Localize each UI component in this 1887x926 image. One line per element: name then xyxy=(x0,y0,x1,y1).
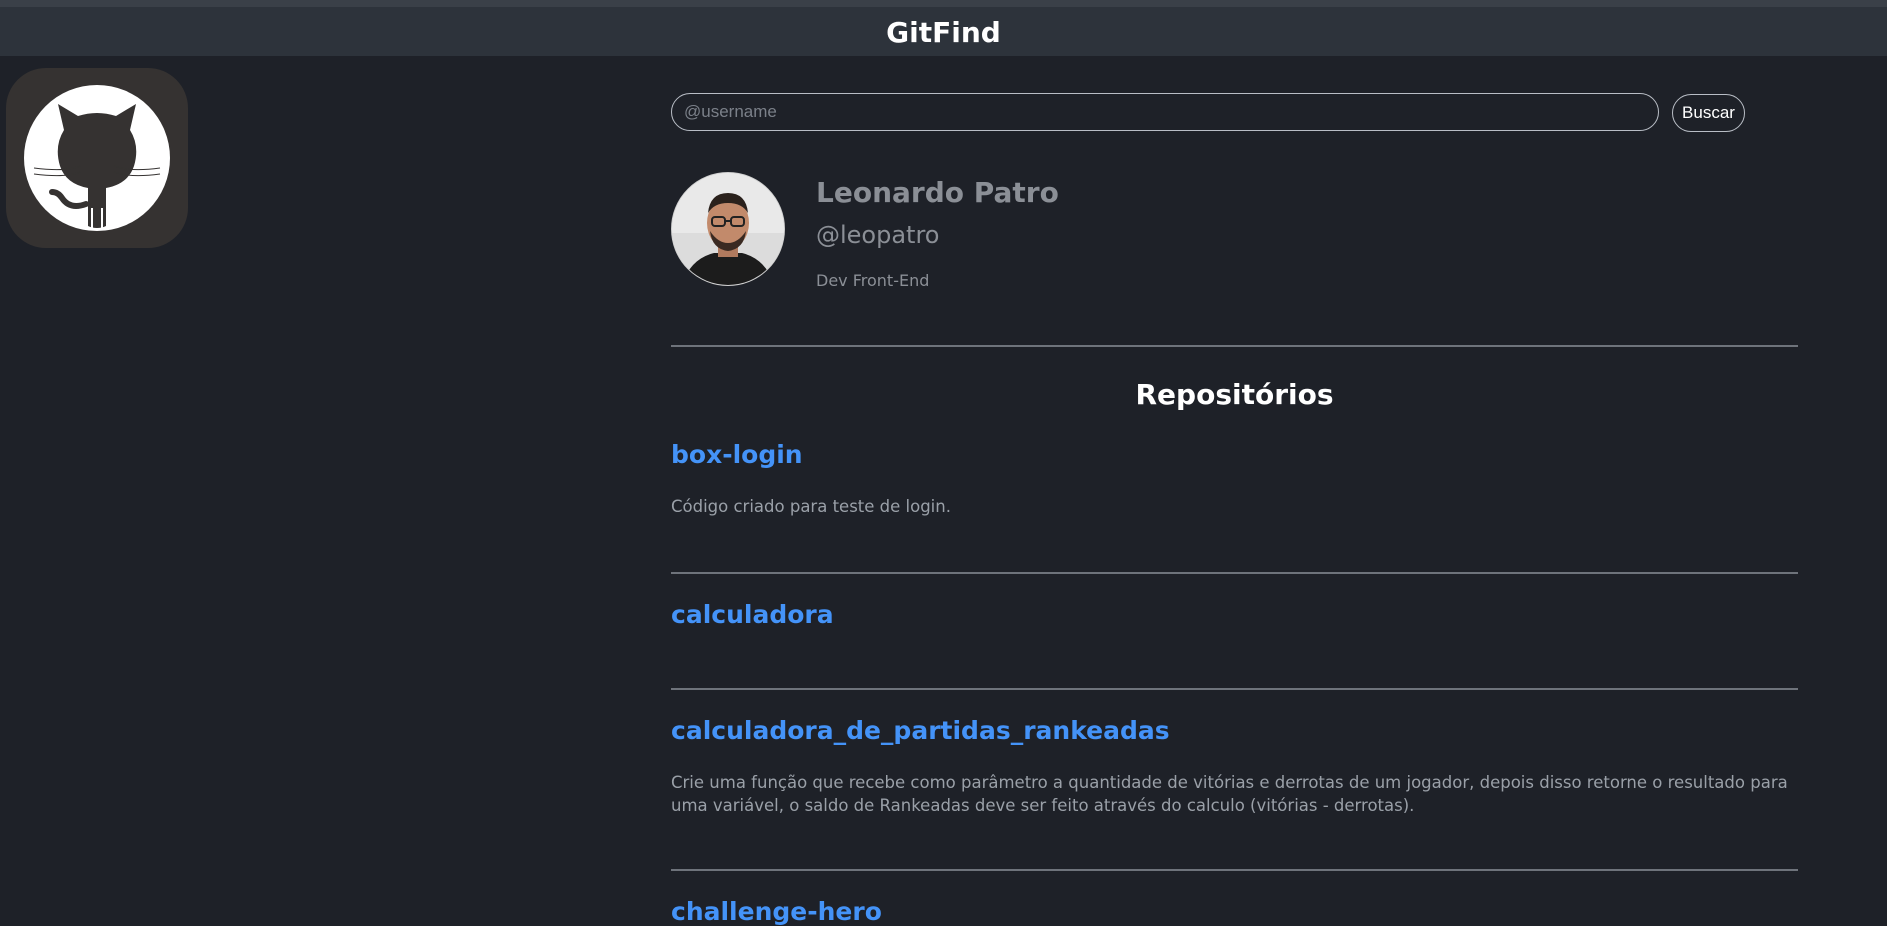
repo-description: Crie uma função que recebe como parâmetr… xyxy=(671,773,1788,815)
app-header: GitFind xyxy=(0,7,1887,56)
divider xyxy=(671,688,1798,690)
repo-link[interactable]: calculadora_de_partidas_rankeadas xyxy=(671,716,1170,745)
repo-link[interactable]: box-login xyxy=(671,440,803,469)
search-button[interactable]: Buscar xyxy=(1672,94,1745,132)
profile-bio: Dev Front-End xyxy=(816,271,930,290)
divider xyxy=(671,869,1798,871)
profile-username: @leopatro xyxy=(816,221,940,249)
divider xyxy=(671,572,1798,574)
avatar xyxy=(671,172,785,286)
repo-link[interactable]: calculadora xyxy=(671,600,834,629)
user-avatar-photo xyxy=(672,173,784,285)
repo-link[interactable]: challenge-hero xyxy=(671,897,882,926)
repositories-heading: Repositórios xyxy=(1135,378,1334,411)
github-logo xyxy=(6,68,188,248)
window-top-strip xyxy=(0,0,1887,7)
profile-name: Leonardo Patro xyxy=(816,176,1059,209)
app-title: GitFind xyxy=(886,16,1001,49)
repo-description: Código criado para teste de login. xyxy=(671,497,951,516)
username-search-input[interactable] xyxy=(671,93,1659,131)
github-octocat-icon xyxy=(24,85,170,231)
divider xyxy=(671,345,1798,347)
